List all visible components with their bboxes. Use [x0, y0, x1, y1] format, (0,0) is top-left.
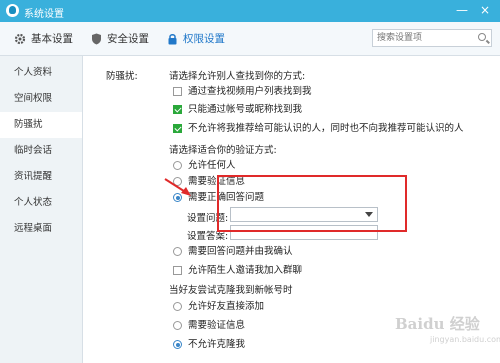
checkbox[interactable] [173, 105, 182, 114]
sidebar-item-space-permission[interactable]: 空间权限 [0, 86, 82, 112]
highlight-box [217, 175, 407, 232]
sidebar-item-personal-status[interactable]: 个人状态 [0, 190, 82, 216]
sidebar-item-anti-harassment[interactable]: 防骚扰 [0, 112, 82, 138]
tab-permission-settings[interactable]: 权限设置 [167, 31, 225, 47]
option-label: 允许陌生人邀请我加入群聊 [188, 265, 303, 276]
tab-label: 基本设置 [31, 33, 73, 45]
radio-button[interactable] [173, 321, 182, 330]
search-box[interactable] [372, 29, 492, 47]
clone-heading: 当好友尝试克隆我到新帐号时 [169, 285, 293, 296]
option-label: 需要验证信息 [188, 320, 246, 331]
option-label: 通过查找视频用户列表找到我 [188, 86, 312, 97]
option-answer-and-confirm[interactable]: 需要回答问题并由我确认 [173, 243, 293, 257]
window-title: 系统设置 [24, 9, 64, 20]
section-label: 防骚扰: [106, 71, 138, 82]
find-heading: 请选择允许别人查找到你的方式: [169, 71, 306, 82]
find-option-no-recommend[interactable]: 不允许将我推荐给可能认识的人，同时也不向我推荐可能认识的人 [173, 120, 464, 134]
search-icon[interactable] [478, 33, 486, 41]
title-bar: 系统设置 — × [0, 0, 500, 22]
search-input[interactable] [377, 31, 473, 45]
sidebar: 个人资料 空间权限 防骚扰 临时会话 资讯提醒 个人状态 远程桌面 [0, 56, 83, 363]
verify-heading: 请选择适合你的验证方式: [169, 145, 277, 156]
radio-button[interactable] [173, 247, 182, 256]
sidebar-item-profile[interactable]: 个人资料 [0, 60, 82, 86]
shield-icon [92, 33, 101, 45]
checkbox[interactable] [173, 266, 182, 275]
option-label: 允许任何人 [188, 160, 236, 171]
checkbox[interactable] [173, 87, 182, 96]
tab-label: 安全设置 [107, 33, 149, 45]
radio-button[interactable] [173, 161, 182, 170]
tab-bar: 基本设置 安全设置 权限设置 [0, 22, 500, 56]
option-label: 只能通过帐号或昵称找到我 [188, 104, 303, 115]
clone-option-disallow[interactable]: 不允许克隆我 [173, 336, 245, 350]
close-button[interactable]: × [475, 2, 495, 19]
option-label: 允许好友直接添加 [188, 301, 265, 312]
sidebar-item-remote-desktop[interactable]: 远程桌面 [0, 216, 82, 242]
sidebar-item-news-reminder[interactable]: 资讯提醒 [0, 164, 82, 190]
option-label: 不允许克隆我 [188, 339, 246, 350]
watermark: Baidu 经验 [395, 315, 480, 333]
tab-security-settings[interactable]: 安全设置 [91, 31, 149, 47]
qq-logo-icon [6, 4, 19, 17]
option-label: 需要回答问题并由我确认 [188, 246, 293, 257]
option-label: 不允许将我推荐给可能认识的人，同时也不向我推荐可能认识的人 [188, 123, 464, 134]
gear-icon [14, 33, 26, 45]
radio-button[interactable] [173, 302, 182, 311]
tab-basic-settings[interactable]: 基本设置 [14, 31, 73, 47]
minimize-button[interactable]: — [452, 2, 472, 19]
option-stranger-group-invite[interactable]: 允许陌生人邀请我加入群聊 [173, 262, 302, 276]
verify-option-anyone[interactable]: 允许任何人 [173, 157, 236, 171]
find-option-account-nickname[interactable]: 只能通过帐号或昵称找到我 [173, 101, 302, 115]
sidebar-item-temp-session[interactable]: 临时会话 [0, 138, 82, 164]
clone-option-allow-direct[interactable]: 允许好友直接添加 [173, 298, 264, 312]
lock-icon [168, 34, 177, 45]
tab-label: 权限设置 [183, 33, 225, 45]
clone-option-verify-info[interactable]: 需要验证信息 [173, 317, 245, 331]
find-option-video-list[interactable]: 通过查找视频用户列表找到我 [173, 83, 312, 97]
watermark-sub: jingyan.baidu.com [430, 335, 500, 344]
checkbox[interactable] [173, 124, 182, 133]
red-arrow-annotation [164, 178, 191, 196]
radio-button[interactable] [173, 340, 182, 349]
